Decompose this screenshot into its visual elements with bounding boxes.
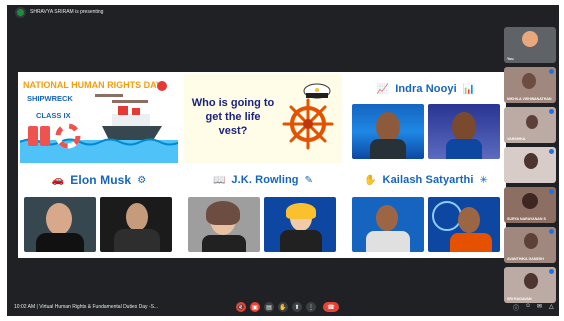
speaking-icon — [549, 229, 554, 234]
meeting-time: 10:02 AM — [14, 304, 36, 310]
people-icon[interactable]: ☺ — [525, 303, 531, 309]
photo-elon-musk-2 — [100, 197, 172, 252]
speaking-icon — [549, 189, 554, 194]
slide-panel-kailash-satyarthi: ✋ Kailash Satyarthi ✳ — [348, 167, 504, 256]
star-icon: ✳ — [479, 174, 488, 186]
growth-icon: 📊 — [462, 83, 476, 95]
book-icon: 📖 — [212, 174, 226, 186]
camera-off-button[interactable]: ▣ — [250, 302, 260, 312]
shipwreck-illustration — [20, 81, 178, 163]
end-call-button[interactable]: ☎ — [323, 302, 339, 312]
photo-kailash-satyarthi-2 — [428, 197, 500, 252]
participant-name: NIKHILA VISHWANATHAN — [507, 97, 552, 101]
photo-kailash-satyarthi-1 — [352, 197, 424, 252]
photo-indra-nooyi-1 — [352, 104, 424, 159]
speaking-icon — [549, 69, 554, 74]
participant-tile[interactable] — [504, 147, 556, 183]
slide-panel-question: Who is going to get the life vest? — [184, 74, 342, 163]
participant-tile[interactable]: VANSHIKA — [504, 107, 556, 143]
panel-name-elon-musk: Elon Musk — [70, 173, 132, 187]
panel-name-kailash-satyarthi: Kailash Satyarthi — [382, 174, 474, 186]
ship-wheel-icon — [282, 98, 334, 150]
slide-panel-shipwreck: NATIONAL HUMAN RIGHTS DAY SHIPWRECK CLAS… — [20, 74, 178, 163]
question-text: Who is going to get the life vest? — [191, 97, 275, 137]
activities-icon[interactable]: △ — [549, 303, 554, 310]
more-options-button[interactable]: ⋮ — [306, 302, 316, 312]
raise-hand-button[interactable]: ✋ — [278, 302, 288, 312]
photo-jk-rowling-2 — [264, 197, 336, 252]
meeting-title: Virtual Human Rights & Fundamental Dutie… — [39, 304, 159, 310]
slide-panel-jk-rowling: 📖 J.K. Rowling ✎ — [184, 167, 342, 256]
mic-off-button[interactable]: 🔇 — [236, 302, 246, 312]
presenting-text: SHRAVYA SRIRAM is presenting — [30, 9, 104, 15]
car-icon: 🚗 — [51, 174, 65, 186]
participant-name: VANSHIKA — [507, 137, 526, 141]
present-button[interactable]: ⬆ — [292, 302, 302, 312]
captain-hat-icon — [303, 83, 331, 99]
presenting-banner: SHRAVYA SRIRAM is presenting — [7, 5, 559, 19]
photo-elon-musk-1 — [24, 197, 96, 252]
helping-hand-icon: ✋ — [364, 174, 377, 186]
panel-name-indra-nooyi: Indra Nooyi — [395, 83, 457, 95]
participant-name: SURYA NARAYANAN S — [507, 217, 546, 221]
panel-name-jk-rowling: J.K. Rowling — [231, 174, 299, 186]
present-icon — [17, 8, 24, 16]
slide-panel-elon-musk: 🚗 Elon Musk ⚙ — [20, 167, 178, 256]
captions-button[interactable]: ▤ — [264, 302, 274, 312]
speaking-icon — [549, 149, 554, 154]
participant-tile[interactable]: SURYA NARAYANAN S — [504, 187, 556, 223]
brain-icon: ⚙ — [137, 174, 147, 186]
participant-tile[interactable]: You — [504, 27, 556, 63]
quill-icon: ✎ — [304, 174, 314, 186]
speaking-icon — [549, 269, 554, 274]
participant-tile[interactable]: NIKHILA VISHWANATHAN — [504, 67, 556, 103]
shared-slide: NATIONAL HUMAN RIGHTS DAY SHIPWRECK CLAS… — [18, 72, 506, 258]
photo-indra-nooyi-2 — [428, 104, 500, 159]
participant-name: AVANTHIKA GANESH — [507, 257, 544, 261]
speaking-icon — [549, 109, 554, 114]
meeting-info: 10:02 AM | Virtual Human Rights & Fundam… — [14, 304, 158, 310]
participant-tile[interactable]: AVANTHIKA GANESH — [504, 227, 556, 263]
info-icon[interactable]: ⓘ — [513, 303, 519, 312]
participant-name: You — [507, 57, 514, 61]
meet-window: SHRAVYA SRIRAM is presenting NATIONAL HU… — [7, 5, 559, 316]
bottom-control-bar: 10:02 AM | Virtual Human Rights & Fundam… — [7, 298, 559, 316]
chat-icon[interactable]: ✉ — [537, 303, 542, 310]
slide-panel-indra-nooyi: 📈 Indra Nooyi 📊 — [348, 74, 504, 163]
chart-icon: 📈 — [376, 83, 390, 95]
photo-jk-rowling-1 — [188, 197, 260, 252]
